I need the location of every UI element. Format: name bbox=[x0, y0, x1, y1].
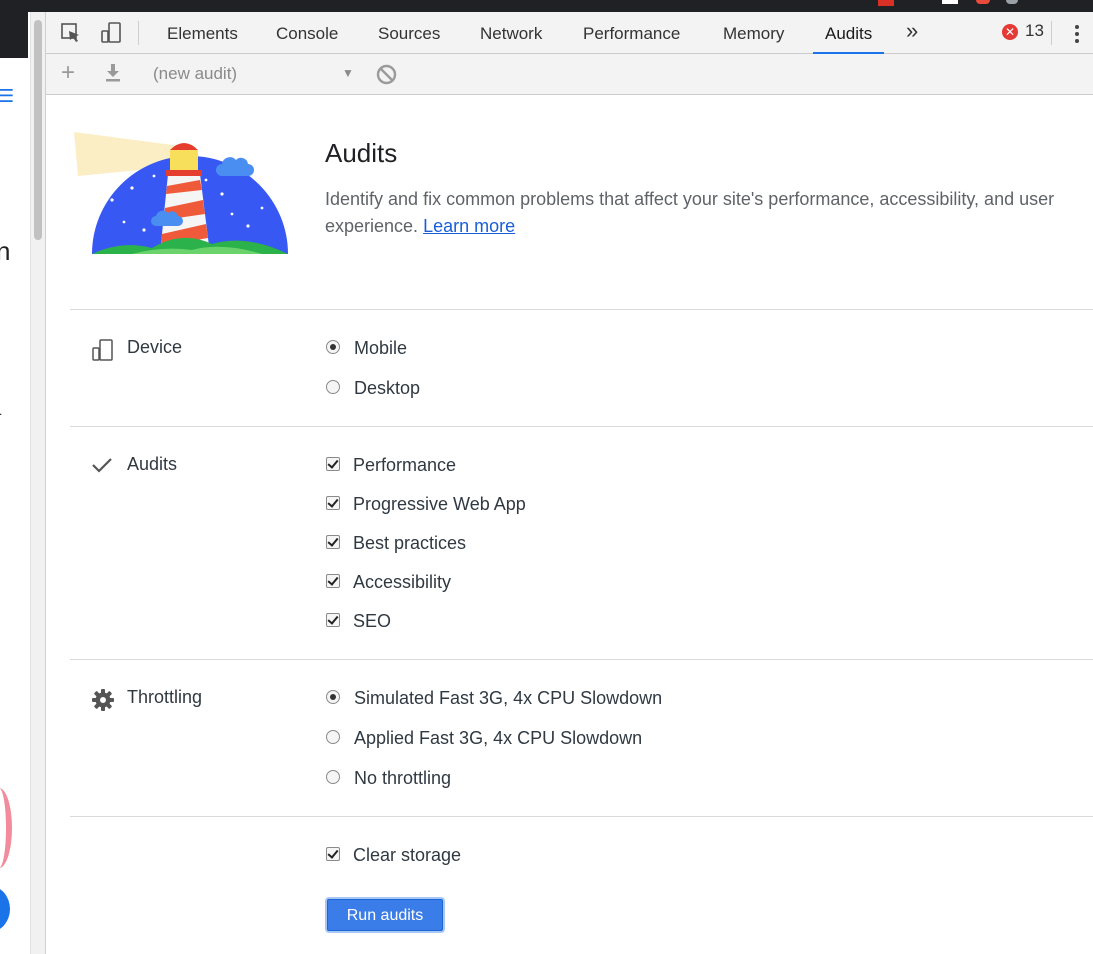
device-icon bbox=[92, 339, 113, 361]
learn-more-link[interactable]: Learn more bbox=[423, 216, 515, 236]
radio-button[interactable] bbox=[326, 380, 340, 395]
device-toolbar-icon[interactable] bbox=[100, 22, 122, 44]
toolbar-divider bbox=[1051, 21, 1052, 45]
page-description: Identify and fix common problems that af… bbox=[325, 186, 1085, 240]
radio-button[interactable] bbox=[326, 690, 340, 705]
tab-audits[interactable]: Audits bbox=[812, 12, 885, 54]
new-audit-icon[interactable]: + bbox=[61, 59, 75, 87]
option-label: No throttling bbox=[354, 768, 452, 788]
audit-option-pwa[interactable]: Progressive Web App bbox=[326, 493, 526, 515]
extension-icon[interactable] bbox=[1006, 0, 1018, 4]
checkbox[interactable] bbox=[326, 847, 340, 862]
menu-icon[interactable]: ☰ bbox=[0, 86, 14, 107]
kebab-menu-icon[interactable] bbox=[1074, 23, 1080, 45]
error-count[interactable]: 13 bbox=[1025, 21, 1044, 41]
clear-all-icon[interactable] bbox=[376, 64, 397, 85]
extension-icon[interactable] bbox=[942, 0, 958, 4]
option-label: Progressive Web App bbox=[353, 494, 526, 514]
page-fab-button[interactable] bbox=[0, 886, 10, 932]
download-report-icon[interactable] bbox=[104, 63, 122, 83]
tab-performance[interactable]: Performance bbox=[583, 12, 680, 53]
devtools-panel: Elements Console Sources Network Perform… bbox=[45, 12, 1093, 954]
option-label: Mobile bbox=[354, 338, 408, 358]
radio-button[interactable] bbox=[326, 340, 340, 355]
audits-section-label: Audits bbox=[127, 454, 178, 474]
clear-storage-option[interactable]: Clear storage bbox=[326, 844, 461, 866]
scrollbar-thumb[interactable] bbox=[34, 20, 42, 240]
option-label: Simulated Fast 3G, 4x CPU Slowdown bbox=[354, 688, 663, 708]
checkbox[interactable] bbox=[326, 574, 340, 589]
chevron-down-icon[interactable]: ▼ bbox=[342, 66, 354, 80]
device-section-label: Device bbox=[127, 337, 183, 357]
extension-icon[interactable] bbox=[878, 0, 894, 6]
checkbox[interactable] bbox=[326, 535, 340, 550]
tab-console[interactable]: Console bbox=[276, 12, 338, 53]
browser-chrome-strip bbox=[0, 0, 1093, 12]
devtools-tabbar: Elements Console Sources Network Perform… bbox=[46, 12, 1093, 54]
tab-sources[interactable]: Sources bbox=[378, 12, 440, 53]
page-text-fragment: n bbox=[0, 236, 11, 266]
option-label: SEO bbox=[353, 611, 392, 631]
checkbox[interactable] bbox=[326, 496, 340, 511]
audit-option-seo[interactable]: SEO bbox=[326, 610, 391, 632]
device-option-desktop[interactable]: Desktop bbox=[326, 377, 420, 399]
option-label: Accessibility bbox=[353, 572, 452, 592]
inspected-page: ☰ n . bbox=[0, 12, 30, 954]
checkmark-icon bbox=[92, 458, 112, 473]
page-scrollbar[interactable] bbox=[30, 12, 45, 954]
tab-elements[interactable]: Elements bbox=[167, 12, 238, 53]
error-icon[interactable]: ✕ bbox=[1002, 24, 1018, 40]
extension-icon[interactable] bbox=[976, 0, 990, 4]
radio-button[interactable] bbox=[326, 730, 340, 745]
checkbox[interactable] bbox=[326, 613, 340, 628]
option-label: Applied Fast 3G, 4x CPU Slowdown bbox=[354, 728, 643, 748]
tab-network[interactable]: Network bbox=[480, 12, 542, 53]
device-option-mobile[interactable]: Mobile bbox=[326, 337, 407, 359]
page-title: Audits bbox=[325, 138, 398, 168]
option-label: Best practices bbox=[353, 533, 467, 553]
toolbar-divider bbox=[138, 21, 139, 45]
page-text-fragment: . bbox=[0, 404, 2, 418]
option-label: Performance bbox=[353, 455, 457, 475]
throttling-option-simulated[interactable]: Simulated Fast 3G, 4x CPU Slowdown bbox=[326, 687, 662, 709]
option-label: Clear storage bbox=[353, 845, 462, 865]
section-divider bbox=[70, 426, 1093, 427]
inspect-element-icon[interactable] bbox=[60, 22, 82, 44]
audit-report-select[interactable]: (new audit) bbox=[153, 64, 237, 84]
audit-option-accessibility[interactable]: Accessibility bbox=[326, 571, 451, 593]
tab-memory[interactable]: Memory bbox=[723, 12, 784, 53]
section-divider bbox=[70, 816, 1093, 817]
throttling-option-applied[interactable]: Applied Fast 3G, 4x CPU Slowdown bbox=[326, 727, 642, 749]
audits-toolbar: + (new audit) ▼ bbox=[46, 54, 1093, 95]
audit-option-performance[interactable]: Performance bbox=[326, 454, 456, 476]
gear-icon bbox=[92, 689, 114, 711]
section-divider bbox=[70, 309, 1093, 310]
radio-button[interactable] bbox=[326, 770, 340, 785]
page-illustration bbox=[0, 788, 12, 868]
checkbox[interactable] bbox=[326, 457, 340, 472]
option-label: Desktop bbox=[354, 378, 421, 398]
throttling-option-none[interactable]: No throttling bbox=[326, 767, 451, 789]
section-divider bbox=[70, 659, 1093, 660]
page-header-block bbox=[0, 12, 28, 58]
run-audits-button[interactable]: Run audits bbox=[325, 897, 445, 933]
lighthouse-logo bbox=[74, 132, 288, 254]
audit-option-best-practices[interactable]: Best practices bbox=[326, 532, 466, 554]
more-tabs-icon[interactable]: » bbox=[906, 18, 918, 44]
throttling-section-label: Throttling bbox=[127, 687, 203, 707]
